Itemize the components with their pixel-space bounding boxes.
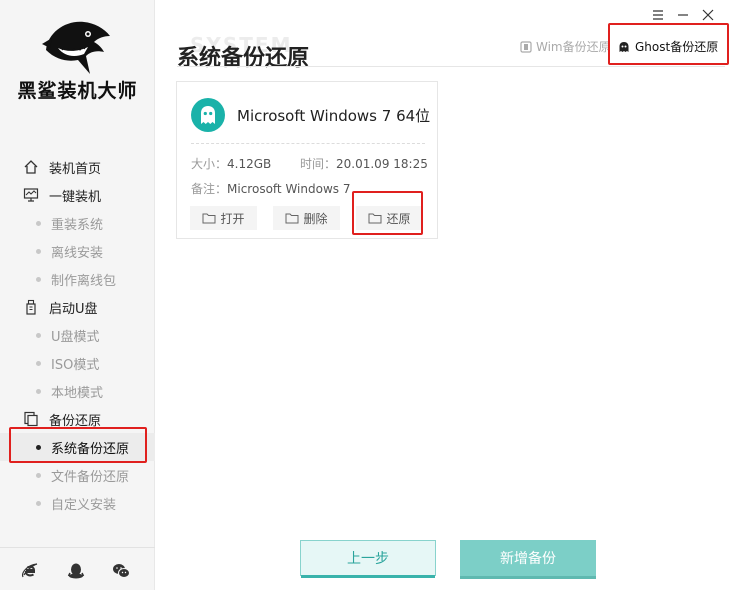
backup-size: 大小：4.12GB [191, 155, 271, 172]
new-backup-button[interactable]: 新增备份 [460, 540, 596, 579]
bullet-icon [36, 501, 41, 506]
backup-title: Microsoft Windows 7 64位 [237, 107, 431, 125]
sidebar-item-label: 启动U盘 [49, 301, 98, 317]
sidebar-item-boot-usb[interactable]: 启动U盘 [0, 293, 155, 321]
folder-icon [285, 213, 299, 224]
sidebar-item-label: 一键装机 [49, 189, 102, 205]
sidebar-footer [0, 547, 155, 590]
minimize-icon[interactable] [676, 8, 690, 22]
sidebar-item-usb-mode[interactable]: U盘模式 [0, 321, 155, 349]
highlight-box-restore [352, 191, 423, 235]
header-divider [177, 66, 725, 67]
sidebar-item-label: 装机首页 [49, 161, 102, 177]
wim-icon [520, 40, 532, 53]
sidebar-item-label: ISO模式 [51, 357, 100, 373]
backup-time: 时间：20.01.09 18:25 [300, 155, 428, 172]
highlight-box-active-item [9, 427, 147, 463]
ie-icon[interactable] [21, 562, 39, 580]
open-button[interactable]: 打开 [190, 206, 257, 230]
open-button-label: 打开 [220, 211, 245, 226]
usb-icon [26, 299, 36, 315]
tab-label: Wim备份还原 [536, 40, 611, 54]
note-value: Microsoft Windows 7 [227, 182, 351, 196]
sidebar-item-label: 离线安装 [51, 245, 104, 261]
previous-step-button[interactable]: 上一步 [300, 540, 436, 578]
menu-icon[interactable] [651, 8, 665, 22]
time-label: 时间： [300, 157, 337, 171]
bullet-icon [36, 333, 41, 338]
wechat-icon[interactable] [112, 562, 130, 580]
sidebar-item-label: 重装系统 [51, 217, 104, 233]
monitor-icon [23, 188, 39, 202]
sidebar-item-iso-mode[interactable]: ISO模式 [0, 349, 155, 377]
size-value: 4.12GB [227, 157, 272, 171]
bullet-icon [36, 249, 41, 254]
qq-icon[interactable] [67, 562, 85, 580]
card-divider [191, 143, 425, 144]
close-icon[interactable] [701, 8, 715, 22]
tab-wim-backup-restore[interactable]: Wim备份还原 [520, 38, 611, 55]
delete-button[interactable]: 删除 [273, 206, 340, 230]
home-icon [24, 160, 38, 174]
time-value: 20.01.09 18:25 [336, 157, 428, 171]
sidebar-item-offline-install[interactable]: 离线安装 [0, 237, 155, 265]
sidebar-item-one-click[interactable]: 一键装机 [0, 181, 155, 209]
sidebar-item-local-mode[interactable]: 本地模式 [0, 377, 155, 405]
bullet-icon [36, 389, 41, 394]
brand-name: 黑鲨装机大师 [17, 80, 138, 102]
ghost-logo-icon [191, 98, 225, 132]
sidebar-item-label: 本地模式 [51, 385, 104, 401]
sidebar-item-label: U盘模式 [51, 329, 100, 345]
sidebar-item-make-offline-package[interactable]: 制作离线包 [0, 265, 155, 293]
note-label: 备注： [191, 182, 228, 196]
bullet-icon [36, 221, 41, 226]
delete-button-label: 删除 [303, 211, 328, 226]
sidebar-item-label: 备份还原 [49, 413, 102, 429]
folder-icon [202, 213, 216, 224]
sidebar-item-file-backup-restore[interactable]: 文件备份还原 [0, 461, 155, 489]
sidebar-item-custom-install[interactable]: 自定义安装 [0, 489, 155, 517]
sidebar-item-label: 文件备份还原 [51, 469, 130, 485]
sidebar-item-label: 制作离线包 [51, 273, 117, 289]
shark-logo-icon [42, 21, 110, 74]
backup-note: 备注：Microsoft Windows 7 [191, 180, 350, 197]
bullet-icon [36, 277, 41, 282]
sidebar: 黑鲨装机大师 装机首页 一键装机 重装系统 离线安装 制作离线包 启动U盘 U盘 [0, 0, 155, 590]
bullet-icon [36, 473, 41, 478]
sidebar-item-reinstall[interactable]: 重装系统 [0, 209, 155, 237]
backup-icon [24, 411, 38, 427]
size-label: 大小： [191, 157, 228, 171]
page-title: 系统备份还原 [177, 46, 310, 71]
sidebar-item-label: 自定义安装 [51, 497, 117, 513]
sidebar-item-home[interactable]: 装机首页 [0, 153, 155, 181]
bullet-icon [36, 361, 41, 366]
highlight-box-ghost-tab [608, 23, 729, 65]
